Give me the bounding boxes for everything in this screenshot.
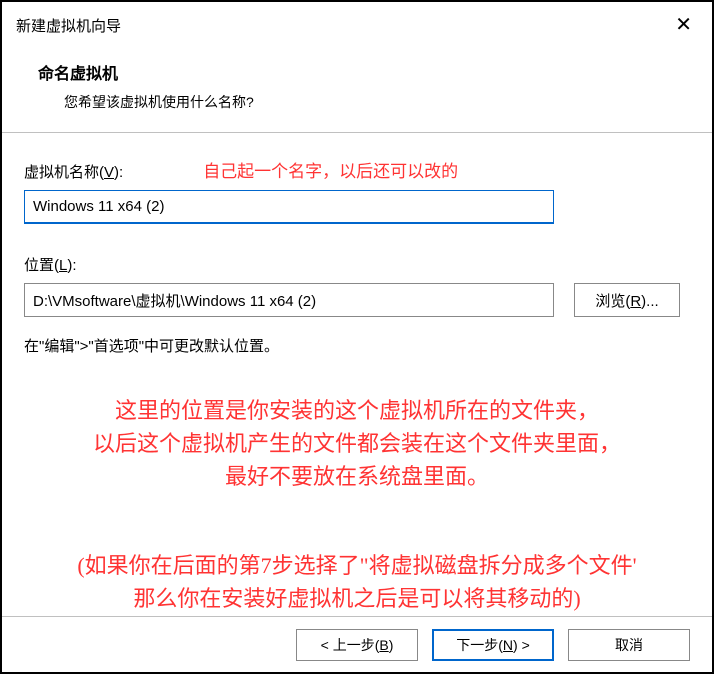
default-location-note: 在"编辑">"首选项"中可更改默认位置。: [24, 335, 690, 356]
title-bar: 新建虚拟机向导 ✕: [2, 2, 712, 42]
button-bar: < 上一步(B) 下一步(N) > 取消: [2, 616, 712, 672]
page-title: 命名虚拟机: [38, 60, 676, 84]
name-label-row: 虚拟机名称(V): 自己起一个名字，以后还可以改的: [24, 157, 690, 182]
next-button[interactable]: 下一步(N) >: [432, 629, 554, 661]
vm-name-input[interactable]: [24, 190, 554, 224]
vm-name-label: 虚拟机名称(V):: [24, 161, 123, 182]
cancel-button[interactable]: 取消: [568, 629, 690, 661]
window-title: 新建虚拟机向导: [16, 15, 121, 36]
location-annotation: 这里的位置是你安装的这个虚拟机所在的文件夹， 以后这个虚拟机产生的文件都会装在这…: [24, 394, 690, 493]
content-area: 虚拟机名称(V): 自己起一个名字，以后还可以改的 位置(L): 浏览(R)..…: [2, 133, 712, 615]
location-section: 位置(L): 浏览(R)...: [24, 254, 690, 317]
name-annotation: 自己起一个名字，以后还可以改的: [203, 157, 458, 182]
close-icon[interactable]: ✕: [665, 11, 702, 39]
step7-annotation: (如果你在后面的第7步选择了"将虚拟磁盘拆分成多个文件' 那么你在安装好虚拟机之…: [24, 549, 690, 615]
location-label: 位置(L):: [24, 254, 690, 275]
back-button[interactable]: < 上一步(B): [296, 629, 418, 661]
page-description: 您希望该虚拟机使用什么名称?: [64, 92, 676, 112]
wizard-header: 命名虚拟机 您希望该虚拟机使用什么名称?: [2, 42, 712, 132]
location-input[interactable]: [24, 283, 554, 317]
browse-button[interactable]: 浏览(R)...: [574, 283, 680, 317]
